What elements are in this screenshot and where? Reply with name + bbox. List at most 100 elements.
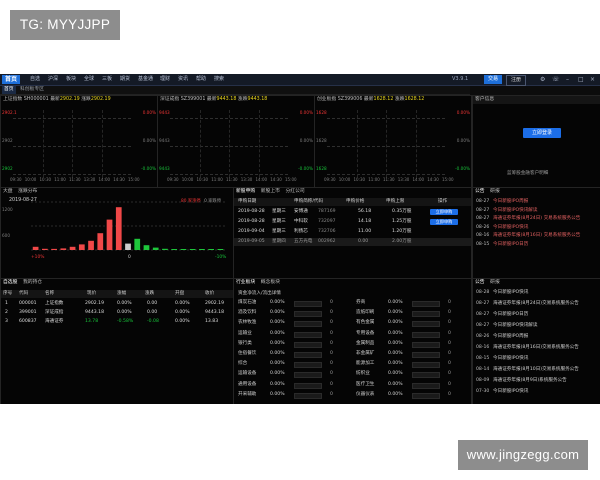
- ipo-name: 安博通: [294, 209, 308, 214]
- ipo-row[interactable]: 2019-09-05 星期四 五方光电 002962 0.00 2.00万股: [234, 238, 471, 246]
- sector-row[interactable]: 券商 0.00% 0: [356, 299, 466, 307]
- sector-row[interactable]: 运输业 0.00% 0: [238, 330, 348, 338]
- tab-reports[interactable]: 研报: [490, 189, 500, 194]
- ipo-row[interactable]: 2019-09-04 星期三 利扬芯 732706 11.00 1.20万股: [234, 228, 471, 236]
- sector-row[interactable]: 非金属矿 0.00% 0: [356, 350, 466, 358]
- sector-row[interactable]: 纺织业 0.00% 0: [356, 370, 466, 379]
- menu-item-neeq[interactable]: 三板: [102, 74, 112, 85]
- sector-row[interactable]: 专用设备 0.00% 0: [356, 330, 466, 338]
- sector-row[interactable]: 酒及饮料 0.00% 0: [238, 309, 348, 318]
- news-item[interactable]: 08-14 海通证券年报(8月10日)交易系统服务公告: [473, 366, 600, 374]
- sector-value: 0: [448, 351, 451, 356]
- menu-item-shsz[interactable]: 沪深: [48, 74, 58, 85]
- news-title: 海通证券年报(8月9日)系统服务公告: [493, 378, 567, 383]
- news-item[interactable]: 08-26 今日新股IPO周报: [473, 333, 600, 341]
- sector-row[interactable]: 住宿餐饮 0.00% 0: [238, 350, 348, 358]
- sector-row[interactable]: 造纸印刷 0.00% 0: [356, 309, 466, 318]
- menu-item-watchlist[interactable]: 自选: [30, 74, 40, 85]
- sector-row[interactable]: 有色金属 0.00% 0: [356, 319, 466, 328]
- sector-row[interactable]: 开采辅助 0.00% 0: [238, 391, 348, 399]
- news-item[interactable]: 08-27 今日新股IPO日历: [473, 311, 600, 319]
- news-item[interactable]: 08-28 今日新股IPO快讯: [473, 289, 600, 297]
- watchlist-row[interactable]: 2 399001 深证成指 9443.18 0.00% 0.00 0.00% 9443.18: [1, 309, 233, 317]
- notice-item[interactable]: 08-27 今日新股IPO周报: [473, 198, 600, 206]
- news-item[interactable]: 08-09 海通证券年报(8月9日)系统服务公告: [473, 377, 600, 385]
- tab-dividend[interactable]: 分红公司: [285, 189, 304, 194]
- sector-row[interactable]: 能源加工 0.00% 0: [356, 360, 466, 369]
- home-logo-button[interactable]: 首页: [2, 75, 21, 84]
- index-chart-chinext[interactable]: 创业板指 SZ399006 最新1628.12 涨跌1628.12 1628 16…: [314, 95, 472, 188]
- sector-pct: 0.00%: [388, 300, 403, 305]
- tab-ipo-listing[interactable]: 新股上市: [261, 189, 280, 194]
- subscribe-button[interactable]: 立即申购: [430, 209, 458, 215]
- tab-industry[interactable]: 行业板块: [236, 280, 255, 285]
- menu-item-global[interactable]: 全球: [84, 74, 94, 85]
- ipo-row[interactable]: 2019-08-28 星期三 安博通 787169 56.18 0.35万股 立即申购: [234, 208, 471, 216]
- row-price: 2902.19: [85, 301, 104, 306]
- tab-holdings[interactable]: 我的持仓: [23, 280, 42, 285]
- tab-notices[interactable]: 公告: [475, 189, 485, 194]
- user-info-link[interactable]: 蓝筹股金融客户明细: [507, 170, 548, 176]
- tab-concept[interactable]: 概念板块: [261, 280, 280, 285]
- menu-item-funds[interactable]: 基金通: [138, 74, 153, 85]
- watchlist-row[interactable]: 3 600837 海通证券 13.78 -0.58% -0.08 0.00% 13.83: [1, 318, 233, 326]
- menu-item-wealth[interactable]: 理财: [160, 74, 170, 85]
- trade-button[interactable]: 交易: [484, 75, 503, 84]
- sector-row[interactable]: 医疗卫生 0.00% 0: [356, 381, 466, 389]
- ipo-date: 2019-09-05: [238, 239, 265, 244]
- tab-watchlist[interactable]: 自选股: [3, 280, 17, 285]
- news-item[interactable]: 08-27 今日新股IPO快讯解读: [473, 322, 600, 330]
- sector-pct: 0.00%: [270, 320, 285, 326]
- menu-item-futures[interactable]: 期货: [120, 74, 130, 85]
- row-code: 600837: [19, 319, 37, 324]
- minimize-icon[interactable]: –: [566, 74, 569, 85]
- notice-tabs: 公告 研报: [473, 188, 600, 196]
- notice-item[interactable]: 08-27 海通证券年报(8月24日) 交易系统服务公告: [473, 215, 600, 223]
- tab-news-reports[interactable]: 研报: [490, 280, 500, 285]
- distribution-bar-+6%: [69, 246, 76, 250]
- menu-item-search[interactable]: 搜索: [214, 74, 224, 85]
- ipo-row[interactable]: 2019-08-28 星期三 中科软 732097 14.18 1.25万股 立即申购: [234, 218, 471, 226]
- index-chart-shanghai[interactable]: 上证指数 SH000001 最新2902.19 涨跌2902.19 2902.1…: [0, 95, 158, 188]
- sector-row[interactable]: 煤炭石油 0.00% 0: [238, 299, 348, 307]
- ipo-date: 2019-08-28: [238, 209, 265, 214]
- row-index: 1: [5, 301, 8, 306]
- news-item[interactable]: 08-15 今日新股IPO快讯: [473, 355, 600, 363]
- news-item[interactable]: 08-16 海通证券年报(8月16日)交易系统服务公告: [473, 344, 600, 352]
- sector-name: 运输设备: [238, 371, 257, 377]
- sector-row[interactable]: 仪器仪表 0.00% 0: [356, 391, 466, 399]
- sector-name: 银行类: [238, 340, 252, 346]
- sector-row[interactable]: 金属制品 0.00% 0: [356, 340, 466, 348]
- sector-row[interactable]: 运输设备 0.00% 0: [238, 370, 348, 379]
- close-icon[interactable]: ×: [590, 74, 595, 85]
- user-login-button[interactable]: 立即登录: [523, 128, 561, 138]
- notice-item[interactable]: 08-15 今日新股IPO日历: [473, 241, 600, 249]
- phone-icon[interactable]: ☏: [552, 74, 560, 85]
- news-item[interactable]: 08-27 海通证券年报(8月24日)交易系统服务公告: [473, 300, 600, 308]
- tab-star-market[interactable]: 科创板专区: [18, 86, 46, 94]
- menu-item-help[interactable]: 帮助: [196, 74, 206, 85]
- distribution-bar--5%: [171, 249, 178, 250]
- sector-value: 0: [330, 320, 333, 326]
- tab-ipo-subscribe[interactable]: 新股申购: [236, 189, 255, 194]
- row-change: -0.08: [147, 319, 159, 324]
- subscribe-button[interactable]: 立即申购: [430, 219, 458, 225]
- sector-row[interactable]: 综合 0.00% 0: [238, 360, 348, 369]
- index-chart-shenzhen[interactable]: 深证成指 SZ399001 最新9443.18 涨跌9443.18 9443 94…: [157, 95, 315, 188]
- menu-item-sector[interactable]: 板块: [66, 74, 76, 85]
- sector-row[interactable]: 通用设备 0.00% 0: [238, 381, 348, 389]
- news-item[interactable]: 07-30 今日新股IPO快讯: [473, 388, 600, 396]
- maximize-icon[interactable]: □: [578, 74, 584, 85]
- notice-item[interactable]: 08-16 海通证券年报(8月16日) 交易系统服务公告: [473, 232, 600, 240]
- notice-item[interactable]: 08-26 今日新股IPO快讯: [473, 224, 600, 232]
- sector-row[interactable]: 银行类 0.00% 0: [238, 340, 348, 348]
- notice-date: 08-27: [476, 207, 490, 213]
- gear-icon[interactable]: ⚙: [540, 74, 545, 85]
- menu-item-news[interactable]: 资讯: [178, 74, 188, 85]
- notice-item[interactable]: 08-27 今日新股IPO快讯解读: [473, 207, 600, 215]
- watchlist-row[interactable]: 1 000001 上证指数 2902.19 0.00% 0.00 0.00% 2902.19: [1, 300, 233, 308]
- tab-news-notices[interactable]: 公告: [475, 280, 485, 285]
- sector-row[interactable]: 农林牧渔 0.00% 0: [238, 319, 348, 328]
- tab-home[interactable]: 首页: [2, 86, 16, 94]
- login-button[interactable]: 注册: [506, 75, 527, 86]
